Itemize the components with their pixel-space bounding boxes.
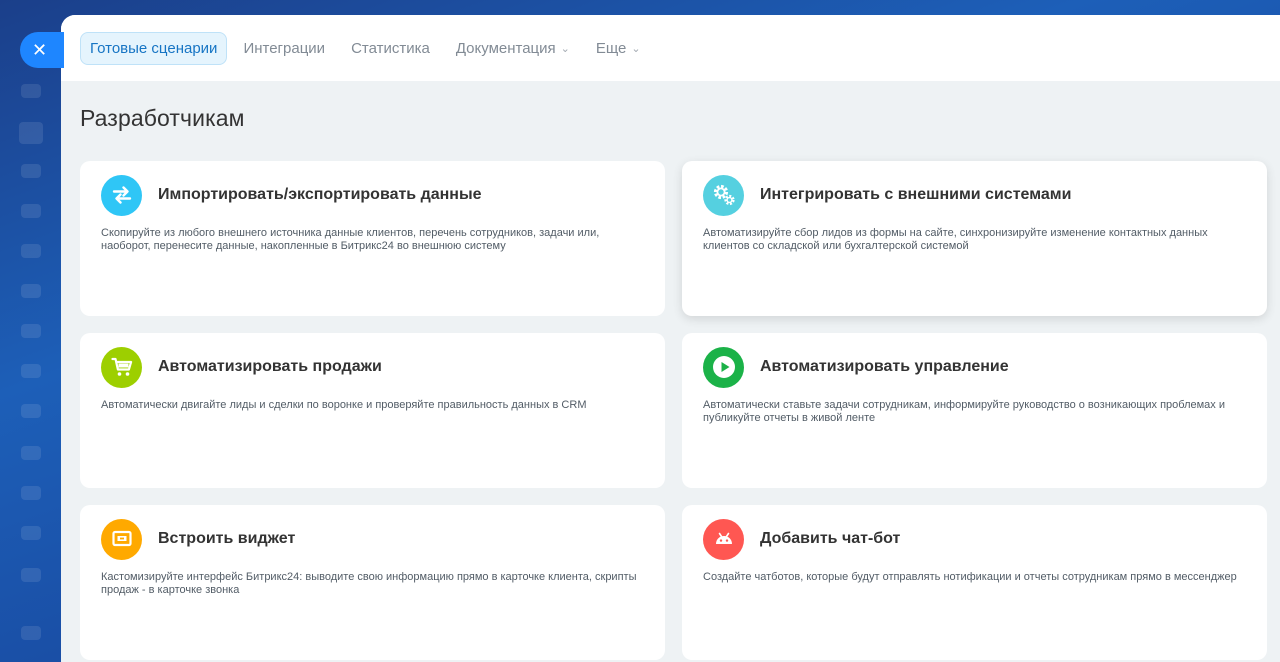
cart-icon: [101, 346, 142, 388]
menu-ghost-icon: [21, 404, 41, 418]
card-description: Создайте чатботов, которые будут отправл…: [703, 571, 1237, 583]
tab-label: Документация: [455, 39, 556, 57]
card-description: Автоматически двигайте лиды и сделки по …: [101, 399, 587, 411]
menu-ghost-icon: [21, 244, 41, 258]
card-description: Скопируйте из любого внешнего источника …: [101, 227, 600, 252]
menu-ghost-icon: [21, 284, 41, 298]
tab-label: Статистика: [351, 39, 430, 57]
card-add-chatbot[interactable]: Добавить чат-бот Создайте чатботов, кото…: [682, 505, 1267, 660]
developer-slider-panel: Готовые сценарии Интеграции Статистика Д…: [61, 15, 1280, 662]
card-description: Автоматизируйте сбор лидов из формы на с…: [703, 227, 1208, 252]
widget-icon: [101, 518, 142, 560]
arrows-exchange-icon: [101, 174, 142, 216]
card-title: Интегрировать с внешними системами: [760, 186, 1072, 203]
card-automate-management[interactable]: Автоматизировать управление Автоматическ…: [682, 333, 1267, 488]
menu-ghost-icon: [21, 364, 41, 378]
menu-ghost-icon: [21, 526, 41, 540]
tab-statistics[interactable]: Статистика: [341, 32, 440, 65]
card-title: Встроить виджет: [158, 530, 296, 547]
menu-ghost-icon: [21, 568, 41, 582]
left-menu-background: [0, 0, 62, 662]
menu-ghost-icon: [21, 84, 41, 98]
menu-ghost-icon: [21, 164, 41, 178]
menu-ghost-icon: [21, 204, 41, 218]
tab-integrations[interactable]: Интеграции: [233, 32, 335, 65]
gears-icon: [703, 174, 744, 216]
card-import-export[interactable]: Импортировать/экспортировать данные Скоп…: [80, 161, 665, 316]
tab-label: Еще: [595, 39, 627, 57]
card-description: Автоматически ставьте задачи сотрудникам…: [703, 399, 1226, 424]
close-slider-button[interactable]: ✕: [20, 32, 64, 68]
card-title: Импортировать/экспортировать данные: [158, 186, 482, 203]
robot-icon: [703, 518, 744, 560]
page-title: Разработчикам: [80, 105, 245, 131]
card-embed-widget[interactable]: Встроить виджет Кастомизируйте интерфейс…: [80, 505, 665, 660]
chevron-down-icon: ⌄: [560, 42, 570, 55]
card-title: Автоматизировать управление: [760, 358, 1009, 375]
tab-ready-scenarios[interactable]: Готовые сценарии: [80, 31, 228, 65]
tab-documentation[interactable]: Документация ⌄: [446, 32, 580, 65]
tab-label: Интеграции: [243, 39, 326, 57]
tab-label: Готовые сценарии: [90, 39, 218, 57]
tab-more[interactable]: Еще ⌄: [586, 32, 651, 65]
close-icon: ✕: [32, 40, 48, 60]
menu-ghost-icon: [21, 486, 41, 500]
menu-ghost-icon: [21, 446, 41, 460]
menu-ghost-icon: [21, 324, 41, 338]
chevron-down-icon: ⌄: [631, 42, 641, 55]
tab-bar: Готовые сценарии Интеграции Статистика Д…: [61, 15, 1280, 81]
card-title: Автоматизировать продажи: [158, 358, 382, 375]
menu-ghost-icon: [21, 626, 41, 640]
card-title: Добавить чат-бот: [760, 530, 901, 547]
card-automate-sales[interactable]: Автоматизировать продажи Автоматически д…: [80, 333, 665, 488]
play-icon: [703, 346, 744, 388]
menu-ghost-icon: [19, 122, 43, 144]
card-description: Кастомизируйте интерфейс Битрикс24: выво…: [101, 571, 637, 596]
card-integrate-external[interactable]: Интегрировать с внешними системами Автом…: [682, 161, 1267, 316]
scenario-cards-grid: Импортировать/экспортировать данные Скоп…: [80, 161, 1267, 660]
